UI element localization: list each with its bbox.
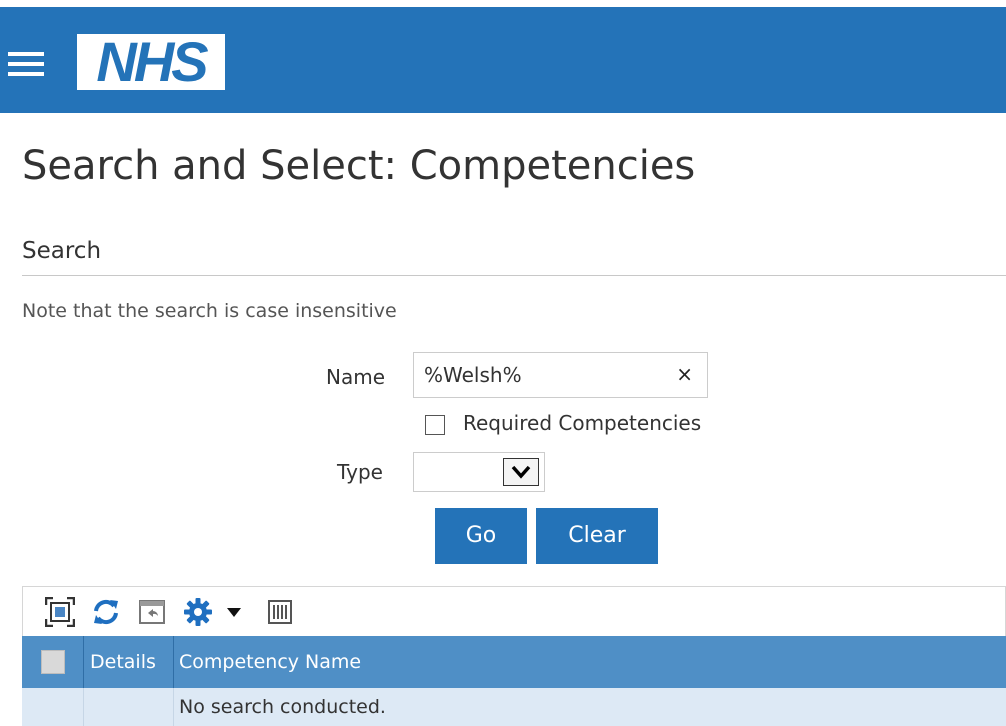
table-row: No search conducted.: [22, 688, 1006, 726]
search-section-title: Search: [22, 238, 102, 264]
search-note: Note that the search is case insensitive: [22, 300, 397, 322]
undo-icon[interactable]: [137, 597, 167, 627]
app-header: NHS: [0, 7, 1006, 113]
chevron-down-icon[interactable]: [503, 458, 539, 486]
page-title: Search and Select: Competencies: [22, 143, 696, 189]
select-all-checkbox[interactable]: [41, 650, 65, 674]
name-field[interactable]: ×: [413, 352, 708, 398]
clear-button[interactable]: Clear: [536, 508, 658, 564]
column-separator: [83, 688, 84, 726]
column-separator: [83, 636, 84, 688]
name-input[interactable]: [424, 359, 664, 391]
column-header-competency-name[interactable]: Competency Name: [179, 636, 361, 688]
type-label: Type: [337, 460, 383, 484]
column-separator: [173, 636, 174, 688]
results-table-header: Details Competency Name: [22, 636, 1006, 688]
settings-icon[interactable]: [183, 597, 245, 627]
nhs-logo: NHS: [77, 34, 225, 90]
name-label: Name: [326, 365, 386, 389]
columns-icon[interactable]: [265, 597, 295, 627]
refresh-icon[interactable]: [91, 597, 121, 627]
type-select[interactable]: [413, 452, 545, 492]
clear-input-icon[interactable]: ×: [676, 362, 693, 386]
menu-icon[interactable]: [8, 50, 46, 78]
column-separator: [173, 688, 174, 726]
section-divider: [22, 275, 1006, 276]
nhs-logo-text: NHS: [96, 30, 208, 93]
required-competencies-label: Required Competencies: [463, 411, 702, 435]
go-button[interactable]: Go: [435, 508, 527, 564]
results-toolbar: [22, 586, 1006, 636]
required-competencies-checkbox[interactable]: [425, 415, 445, 435]
column-header-details[interactable]: Details: [90, 636, 156, 688]
detach-icon[interactable]: [44, 596, 76, 628]
empty-results-message: No search conducted.: [179, 696, 386, 718]
